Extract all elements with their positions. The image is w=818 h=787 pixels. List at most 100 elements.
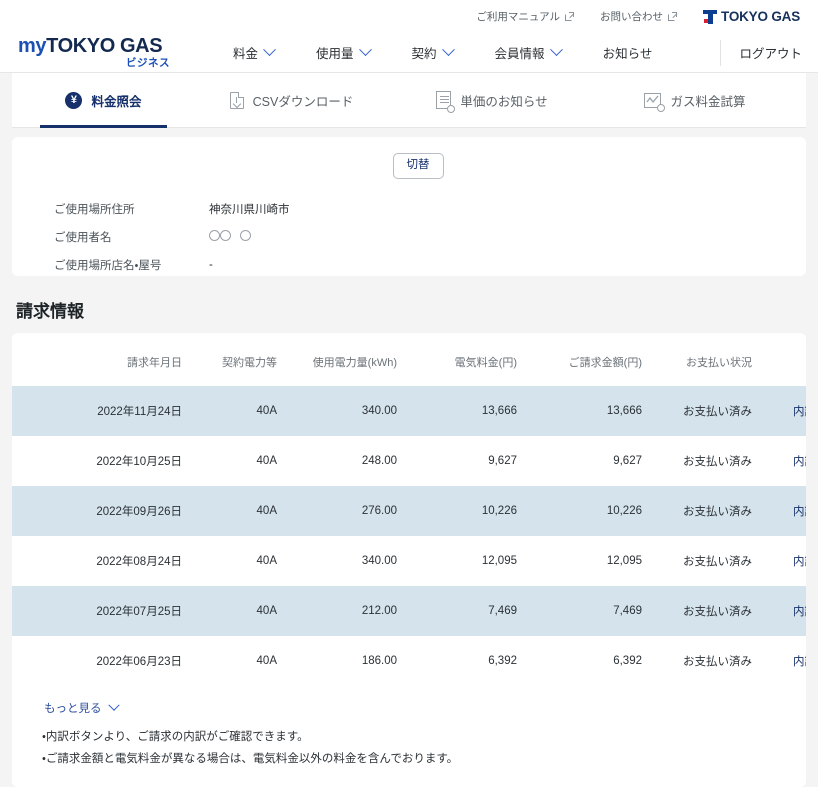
- detail-link[interactable]: 内訳: [793, 503, 806, 519]
- site-logo-my: my: [18, 35, 47, 58]
- nav-item-shiyoryo[interactable]: 使用量: [295, 43, 391, 62]
- site-logo[interactable]: myTOKYO GAS ビジネス: [0, 36, 212, 69]
- nav-item-shiyoryo-label: 使用量: [316, 47, 354, 61]
- nav-item-kaiin-joho-label: 会員情報: [494, 47, 545, 61]
- cell-detail: 内訳: [752, 636, 806, 686]
- cell-date: 2022年07月25日: [12, 586, 182, 636]
- detail-link[interactable]: 内訳: [793, 603, 806, 619]
- document-download-icon: [229, 91, 244, 109]
- table-row[interactable]: 2022年07月25日 40A 212.00 7,469 7,469 お支払い済…: [12, 586, 806, 636]
- main-navigation: 料金 使用量 契約 会員情報 お知らせ: [212, 43, 720, 62]
- cell-detail: 内訳: [752, 436, 806, 486]
- billing-table: 請求年月日 契約電力等 使用電力量(kWh) 電気料金(円) ご請求金額(円) …: [12, 333, 806, 686]
- detail-link[interactable]: 内訳: [793, 403, 806, 419]
- site-logo-main: myTOKYO GAS: [18, 36, 212, 56]
- cell-usage: 248.00: [361, 455, 397, 467]
- cell-status: お支払い済み: [683, 556, 752, 568]
- show-more-button[interactable]: もっと見る: [12, 686, 120, 716]
- cell-fee: 10,226: [397, 486, 517, 536]
- tab-ryokin-shokai-label: 料金照会: [91, 94, 142, 109]
- tab-gas-ryokin-shisan-label: ガス料金試算: [670, 94, 746, 109]
- detail-link-label: 内訳: [793, 456, 806, 468]
- chevron-down-icon: [263, 43, 276, 57]
- utility-link-contact-label: お問い合わせ: [600, 11, 664, 23]
- cell-power: 40A: [256, 455, 277, 467]
- table-row[interactable]: 2022年06月23日 40A 186.00 6,392 6,392 お支払い済…: [12, 636, 806, 686]
- cell-power: 40A: [182, 386, 277, 436]
- external-link-icon: [668, 12, 678, 21]
- cell-fee: 12,095: [481, 555, 517, 567]
- utility-link-manual[interactable]: ご利用マニュアル: [476, 9, 575, 24]
- nav-item-keiyaku[interactable]: 契約: [391, 43, 474, 62]
- masked-name-circles: [209, 229, 251, 241]
- cell-power: 40A: [182, 586, 277, 636]
- tab-ryokin-shokai[interactable]: ¥ 料金照会: [12, 73, 195, 128]
- cell-usage: 340.00: [361, 555, 397, 567]
- cell-status: お支払い済み: [683, 656, 752, 668]
- chevron-down-icon: [107, 699, 120, 711]
- utility-link-contact[interactable]: お問い合わせ: [600, 9, 678, 24]
- column-header-usage: 使用電力量(kWh): [312, 357, 397, 369]
- detail-link[interactable]: 内訳: [793, 653, 806, 669]
- cell-detail: 内訳: [752, 386, 806, 436]
- mask-circle-icon: [220, 229, 231, 241]
- tab-tanka-oshirase-label: 単価のお知らせ: [460, 94, 548, 109]
- mask-circle-icon: [209, 229, 220, 241]
- site-logo-sub: ビジネス: [126, 57, 170, 70]
- table-row[interactable]: 2022年11月24日 40A 340.00 13,666 13,666 お支払…: [12, 386, 806, 436]
- nav-item-keiyaku-label: 契約: [411, 47, 437, 61]
- billing-note-2: ・ご請求金額と電気料金が異なる場合は、電気料金以外の料金を含んでおります。: [42, 753, 459, 766]
- billing-table-card: 請求年月日 契約電力等 使用電力量(kWh) 電気料金(円) ご請求金額(円) …: [12, 333, 806, 787]
- cell-date: 2022年08月24日: [96, 556, 182, 568]
- detail-link-label: 内訳: [793, 506, 806, 518]
- tab-tanka-oshirase[interactable]: 単価のお知らせ: [388, 73, 596, 127]
- logout-button[interactable]: ログアウト: [739, 43, 802, 62]
- info-value-customer-name: [209, 229, 251, 244]
- info-row-address: ご使用場所住所 神奈川県川崎市: [54, 195, 806, 223]
- page-title: 請求情報: [16, 302, 84, 321]
- cell-amount: 7,469: [517, 586, 642, 636]
- cell-amount: 13,666: [517, 386, 642, 436]
- nav-item-oshirase[interactable]: お知らせ: [582, 43, 674, 62]
- cell-power: 40A: [182, 486, 277, 536]
- cell-usage: 340.00: [277, 386, 397, 436]
- cell-amount: 12,095: [606, 555, 642, 567]
- billing-table-head: 請求年月日 契約電力等 使用電力量(kWh) 電気料金(円) ご請求金額(円) …: [12, 333, 806, 386]
- tab-csv-download[interactable]: CSVダウンロード: [195, 73, 388, 127]
- detail-link-label: 内訳: [793, 606, 806, 618]
- tab-gas-ryokin-shisan[interactable]: ガス料金試算: [596, 73, 794, 127]
- billing-table-body: 2022年11月24日 40A 340.00 13,666 13,666 お支払…: [12, 386, 806, 686]
- column-header-amount: ご請求金額(円): [568, 357, 642, 369]
- tokyo-gas-logo[interactable]: TOKYO GAS: [703, 9, 800, 24]
- chevron-down-icon: [441, 43, 455, 57]
- table-row[interactable]: 2022年08月24日 40A 340.00 12,095 12,095 お支払…: [12, 536, 806, 586]
- nav-item-ryokin[interactable]: 料金: [212, 43, 295, 62]
- cell-date: 2022年06月23日: [96, 656, 182, 668]
- usage-location-rows: ご使用場所住所 神奈川県川崎市 ご使用者名 ご使用場所店名・屋号 -: [12, 195, 806, 279]
- logout-container: ログアウト: [720, 39, 818, 66]
- table-row[interactable]: 2022年09月26日 40A 276.00 10,226 10,226 お支払…: [12, 486, 806, 536]
- cell-status: お支払い済み: [642, 586, 752, 636]
- detail-link[interactable]: 内訳: [793, 453, 806, 469]
- chevron-down-icon: [358, 43, 372, 57]
- table-row[interactable]: 2022年10月25日 40A 248.00 9,627 9,627 お支払い済…: [12, 436, 806, 486]
- switch-account-button[interactable]: 切替: [392, 153, 444, 179]
- cell-usage: 186.00: [361, 655, 397, 667]
- info-value-address: 神奈川県川崎市: [209, 203, 290, 216]
- billing-note-1: ・内訳ボタンより、ご請求の内訳がご確認できます。: [42, 731, 309, 743]
- cell-date: 2022年10月25日: [96, 456, 182, 468]
- detail-link[interactable]: 内訳: [793, 553, 806, 569]
- cell-amount: 6,392: [613, 655, 642, 667]
- cell-status: お支払い済み: [642, 386, 752, 436]
- site-logo-tokyogas: TOKYO GAS: [46, 35, 163, 58]
- cell-date: 2022年11月24日: [12, 386, 182, 436]
- column-header-date: 請求年月日: [127, 357, 182, 369]
- tab-csv-download-label: CSVダウンロード: [252, 94, 354, 109]
- receipt-icon: [436, 91, 456, 113]
- nav-item-kaiin-joho[interactable]: 会員情報: [474, 43, 582, 62]
- cell-fee: 6,392: [488, 655, 517, 667]
- cell-power: 40A: [256, 555, 277, 567]
- column-header-status: お支払い状況: [686, 357, 752, 369]
- cell-fee: 13,666: [397, 386, 517, 436]
- cell-detail: 内訳: [752, 536, 806, 586]
